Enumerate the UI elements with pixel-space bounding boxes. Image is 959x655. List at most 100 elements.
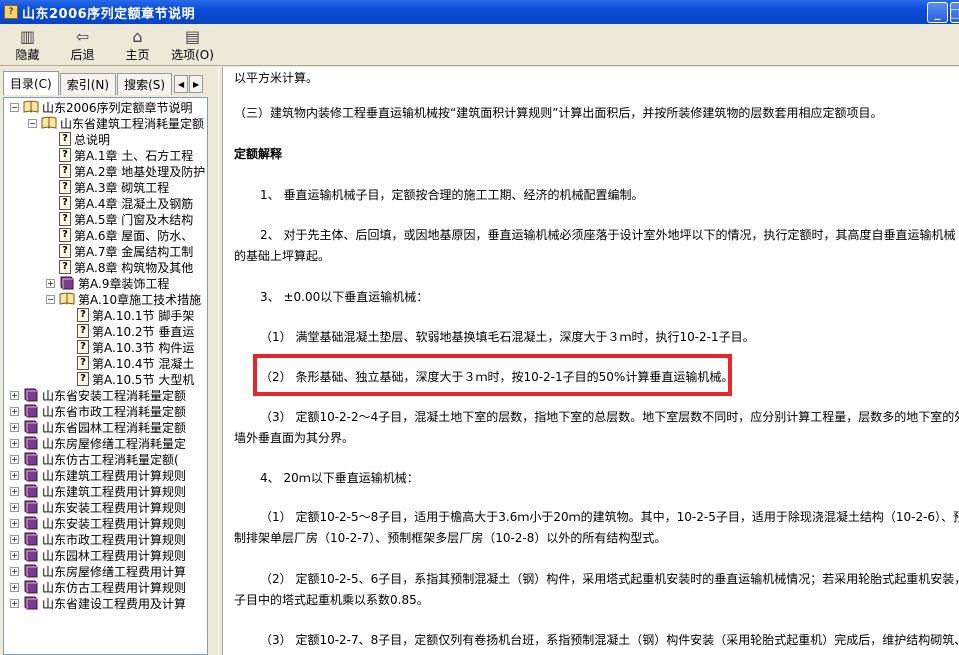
tree-item-label: 第A.2章 地基处理及防护	[74, 164, 206, 179]
content-paragraph: 的基础上坪算起。	[234, 249, 331, 263]
home-icon: ⌂	[132, 26, 143, 46]
tree-item[interactable]: + 山东安装工程费用计算规则	[10, 515, 186, 531]
tab-search[interactable]: 搜索(S)	[117, 73, 173, 95]
expand-icon[interactable]: +	[10, 406, 19, 416]
hide-button-label: 隐藏	[15, 47, 40, 62]
expand-icon[interactable]: +	[10, 534, 19, 544]
help-page-icon: ?	[59, 132, 71, 146]
tree-item[interactable]: + 山东园林工程费用计算规则	[10, 547, 186, 563]
help-page-icon: ?	[77, 308, 89, 322]
tree-item[interactable]: + 山东房屋修缮工程费用计算	[10, 563, 186, 579]
tree-item[interactable]: ? 第A.10.2节 垂直运	[64, 322, 195, 340]
closed-book-icon	[23, 468, 39, 482]
expand-icon[interactable]: +	[46, 278, 55, 288]
tree-item[interactable]: ? 第A.6章 屋面、防水、	[46, 227, 193, 243]
tree-item[interactable]: + 山东安装工程费用计算规则	[10, 499, 186, 515]
tree-item[interactable]: ? 第A.3章 砌筑工程	[46, 179, 169, 195]
maximize-button[interactable]: □	[949, 2, 959, 23]
help-page-icon: ?	[77, 372, 89, 386]
tree-item[interactable]: + 山东仿古工程费用计算规则	[10, 579, 186, 595]
closed-book-icon	[23, 548, 39, 562]
tree-item[interactable]: − 山东2006序列定额章节说明	[10, 99, 193, 115]
closed-book-icon	[23, 420, 39, 434]
content-paragraph: 墙外垂直面为其分界。	[234, 431, 355, 445]
tree-item[interactable]: + 山东建筑工程费用计算规则	[10, 483, 186, 499]
options-button[interactable]: ▤ 选项(O)	[165, 24, 220, 66]
expand-icon[interactable]: +	[10, 566, 19, 576]
expand-icon[interactable]: +	[10, 598, 19, 608]
tree-item-label: 山东省建设工程费用及计算	[42, 596, 187, 611]
open-book-icon	[41, 116, 57, 130]
expand-icon[interactable]: +	[10, 470, 19, 480]
tree-item[interactable]: + 山东省园林工程消耗量定额	[10, 419, 186, 435]
expand-icon[interactable]: +	[10, 582, 19, 592]
tree-item[interactable]: ? 第A.10.4节 混凝土	[64, 355, 194, 371]
minimize-button[interactable]: _	[927, 2, 948, 23]
hide-pane-icon: ▥	[19, 26, 36, 46]
expand-icon[interactable]: +	[10, 390, 19, 400]
tree-item[interactable]: + 山东房屋修缮工程消耗量定	[10, 435, 186, 451]
tree-item[interactable]: + 山东仿古工程消耗量定额(	[10, 451, 179, 467]
tree-item[interactable]: ? 总说明	[46, 131, 110, 147]
closed-book-icon	[23, 436, 39, 450]
tab-index[interactable]: 索引(N)	[59, 73, 117, 95]
tree-item[interactable]: ? 第A.7章 金属结构工制	[46, 243, 193, 259]
nav-tabs: 目录(C) 索引(N) 搜索(S) ◀ ▶	[3, 71, 204, 95]
closed-book-icon	[23, 532, 39, 546]
tab-scroll-right-icon[interactable]: ▶	[189, 75, 204, 93]
tree-item[interactable]: + 第A.9章装饰工程	[46, 275, 169, 291]
tab-contents[interactable]: 目录(C)	[3, 71, 59, 95]
tree-item-label: 第A.1章 土、石方工程	[74, 148, 194, 163]
back-button[interactable]: ⇦ 后退	[55, 24, 110, 66]
tree-item-label: 山东省园林工程消耗量定额	[42, 420, 187, 435]
window-title: 山东2006序列定额章节说明	[22, 6, 196, 22]
help-page-icon: ?	[59, 148, 71, 162]
tree-item[interactable]: − 山东省建筑工程消耗量定额	[28, 115, 204, 131]
back-arrow-icon: ⇦	[75, 26, 90, 46]
expand-icon[interactable]: +	[10, 550, 19, 560]
tree-item[interactable]: + 山东建筑工程费用计算规则	[10, 467, 186, 483]
closed-book-icon	[23, 484, 39, 498]
tree-item[interactable]: + 山东省建设工程费用及计算	[10, 595, 186, 611]
content-paragraph: （2） 条形基础、独立基础，深度大于３ｍ时，按10-2-1子目的50%计算垂直运…	[260, 370, 734, 384]
tree-item[interactable]: ? 第A.4章 混凝土及钢筋	[46, 195, 193, 211]
tree-item[interactable]: ? 第A.5章 门窗及木结构	[46, 211, 193, 227]
expand-icon[interactable]: +	[10, 422, 19, 432]
expand-icon[interactable]: +	[10, 518, 19, 528]
help-page-icon: ?	[59, 180, 71, 194]
tree-item-label: 第A.10.4节 混凝土	[92, 356, 195, 371]
home-button[interactable]: ⌂ 主页	[110, 24, 165, 66]
collapse-icon[interactable]: −	[46, 294, 55, 304]
tree-item[interactable]: ? 第A.1章 土、石方工程	[46, 147, 193, 163]
tree-item[interactable]: + 山东市政工程费用计算规则	[10, 531, 186, 547]
tree-item[interactable]: ? 第A.10.5节 大型机	[64, 371, 194, 387]
expand-icon[interactable]: +	[10, 454, 19, 464]
toolbar: ▥ 隐藏 ⇦ 后退 ⌂ 主页 ▤ 选项(O)	[0, 24, 959, 66]
tree-item[interactable]: + 山东省安装工程消耗量定额	[10, 387, 186, 403]
tree-item[interactable]: − 第A.10章施工技术措施	[46, 291, 201, 307]
closed-book-icon	[59, 276, 75, 290]
tree-item-label: 第A.10.3节 构件运	[92, 340, 195, 355]
closed-book-icon	[23, 404, 39, 418]
hide-button[interactable]: ▥ 隐藏	[0, 24, 55, 66]
tree-item[interactable]: ? 第A.8章 构筑物及其他	[46, 259, 193, 275]
help-page-icon: ?	[59, 244, 71, 258]
help-page-icon: ?	[59, 260, 71, 274]
tree-item[interactable]: ? 第A.10.1节 脚手架	[64, 307, 194, 323]
expand-icon[interactable]: +	[10, 486, 19, 496]
tree-item-label: 山东房屋修缮工程费用计算	[42, 564, 187, 579]
help-page-icon: ?	[59, 212, 71, 226]
tree-item-label: 山东建筑工程费用计算规则	[42, 468, 187, 483]
tree-item-label: 第A.3章 砌筑工程	[74, 180, 170, 195]
tree-item[interactable]: ? 第A.10.3节 构件运	[64, 339, 194, 355]
expand-icon[interactable]: +	[10, 438, 19, 448]
collapse-icon[interactable]: −	[10, 102, 19, 112]
closed-book-icon	[23, 516, 39, 530]
tree-item[interactable]: + 山东省市政工程消耗量定额	[10, 403, 186, 419]
collapse-icon[interactable]: −	[28, 118, 37, 128]
navigation-pane: 目录(C) 索引(N) 搜索(S) ◀ ▶ − 山东2006序列定额章节说明 − 山东…	[0, 67, 218, 655]
expand-icon[interactable]: +	[10, 502, 19, 512]
content-paragraph: 以平方米计算。	[234, 71, 319, 85]
tab-scroll-left-icon[interactable]: ◀	[174, 75, 189, 93]
tree-item[interactable]: ? 第A.2章 地基处理及防护	[46, 163, 205, 179]
